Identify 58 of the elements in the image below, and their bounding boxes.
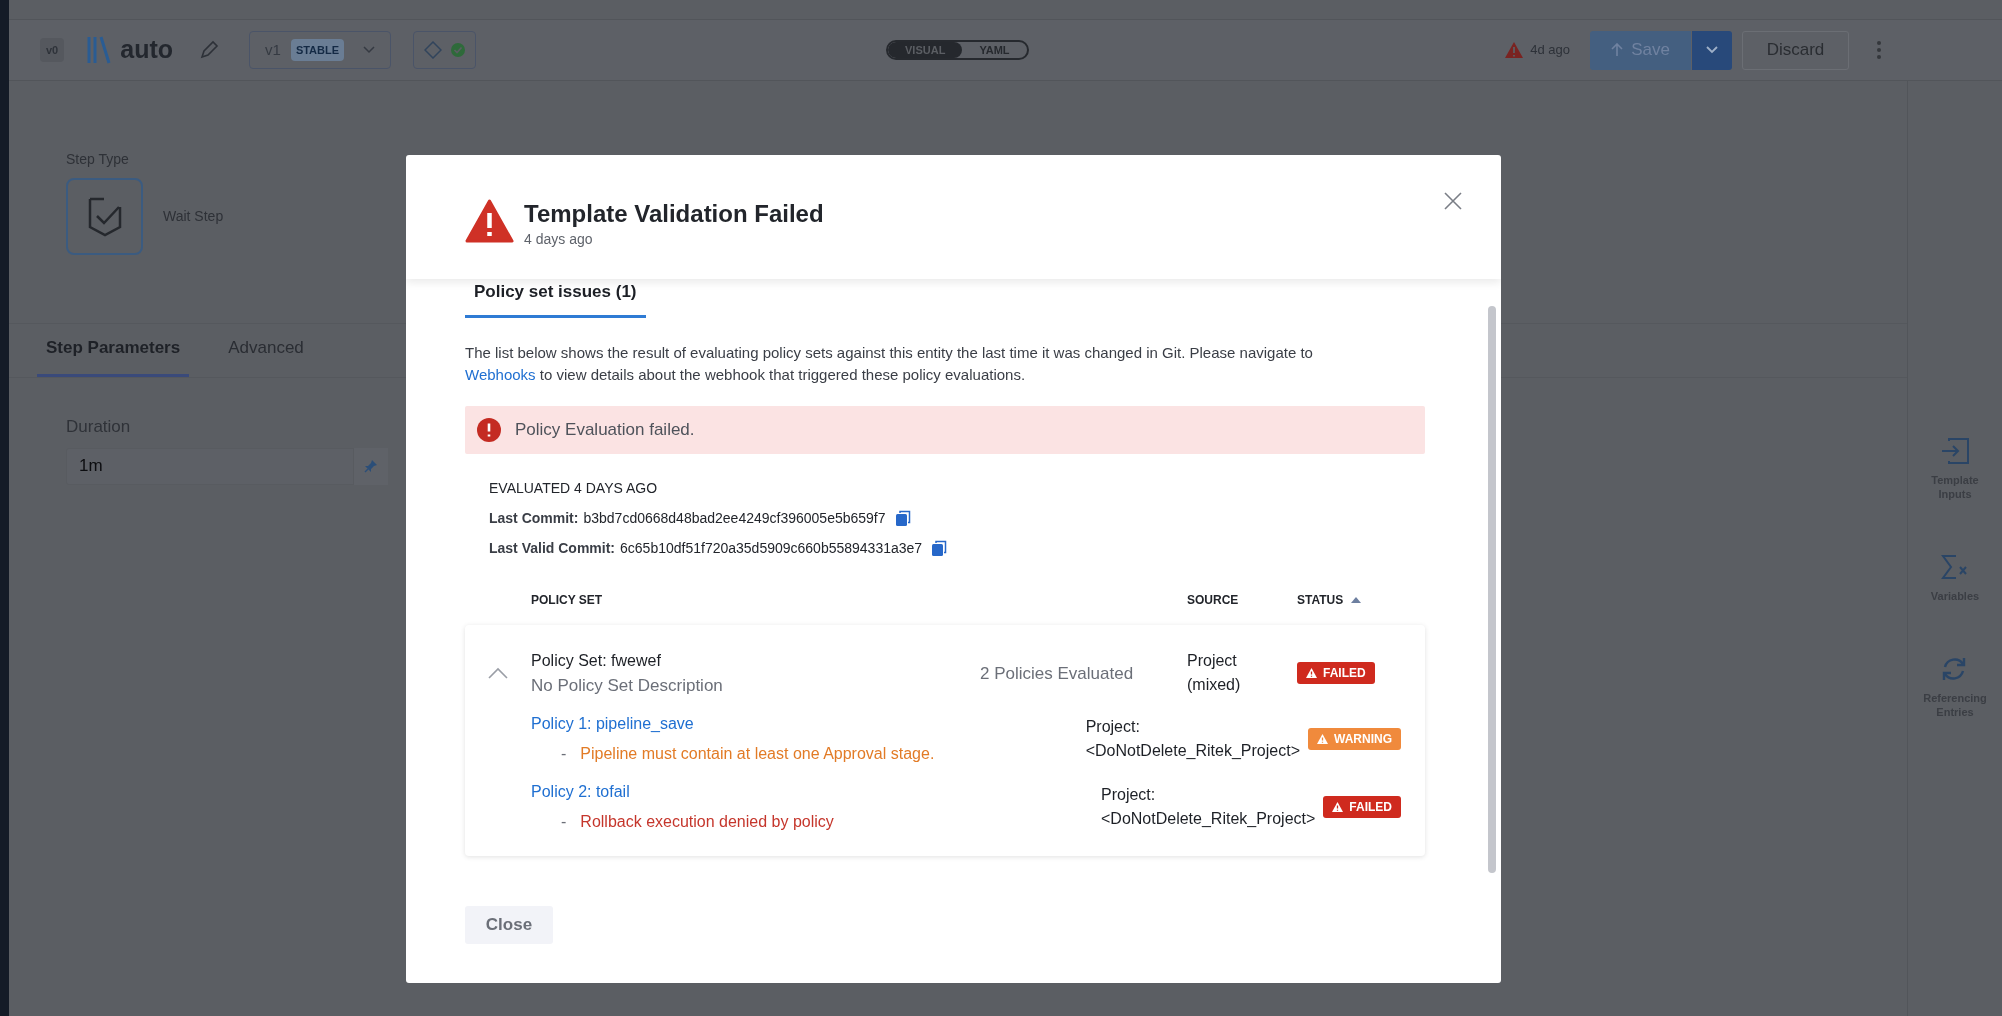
- bullet-dash: -: [561, 744, 567, 764]
- status-badge: WARNING: [1308, 728, 1401, 750]
- step-type-card[interactable]: [66, 178, 143, 255]
- commit-label: Last Commit:: [489, 508, 579, 528]
- arrow-into-box-icon: [1940, 437, 1970, 465]
- caret-icon: [1706, 46, 1718, 54]
- status-badge: FAILED: [1297, 662, 1375, 685]
- warning-icon: [1504, 41, 1525, 59]
- alert-message: Policy Evaluation failed.: [515, 418, 695, 441]
- policy-source: Project: <DoNotDelete_Ritek_Project>: [1101, 785, 1316, 829]
- evaluated-time: EVALUATED 4 DAYS AGO: [489, 478, 659, 498]
- bullet-dash: -: [561, 812, 567, 832]
- copy-icon[interactable]: [894, 509, 911, 527]
- tab[interactable]: Policy set issues (1): [465, 279, 646, 318]
- shield-check-icon: [86, 195, 123, 238]
- policy-count: 2 Policies Evaluated: [980, 662, 1135, 685]
- pipeline-title: auto: [120, 34, 174, 66]
- sigma-x-icon: [1940, 553, 1970, 581]
- check-circle-icon: [449, 42, 466, 58]
- column-header[interactable]: SOURCE: [1187, 590, 1297, 609]
- chevron-up-icon[interactable]: [488, 667, 508, 680]
- library-icon: [86, 35, 113, 65]
- commit-label: Last Valid Commit:: [489, 538, 616, 558]
- close-icon[interactable]: [1444, 192, 1462, 210]
- commit-hash: 6c65b10df51f720a35d5909c660b55894331a3e7: [620, 538, 923, 558]
- commit-hash: b3bd7cd0668d48bad2ee4249cf396005e5b659f7: [583, 508, 886, 528]
- column-header[interactable]: STATUS: [1297, 590, 1425, 609]
- close-button[interactable]: Close: [465, 906, 553, 944]
- git-status-button[interactable]: [413, 31, 477, 69]
- policy-message: Pipeline must contain at least one Approval stage.: [580, 744, 935, 764]
- error-icon: [477, 417, 501, 442]
- policy-source: Project: <DoNotDelete_Ritek_Project>: [1085, 717, 1300, 761]
- pin-icon: [364, 459, 378, 473]
- description-text: The list below shows the result of evaluating policy sets against this entity the last time it was changed in Git. Please navigate to Webhooks to view details about the webhook that triggered these policy evaluations.: [465, 342, 1314, 385]
- column-header[interactable]: POLICY SET: [531, 590, 1187, 609]
- scrollbar[interactable]: [1488, 306, 1496, 873]
- webhooks-link[interactable]: Webhooks: [465, 365, 536, 383]
- warning-icon: [465, 199, 514, 243]
- caret-icon: [363, 46, 376, 54]
- policy-set-source: Project (mixed): [1187, 651, 1241, 696]
- dialog-subtitle: 4 days ago: [524, 230, 594, 249]
- pin-button[interactable]: [354, 447, 388, 485]
- upload-arrow-icon: [1611, 43, 1624, 57]
- stable-tag: STABLE: [290, 38, 345, 62]
- save-options-button[interactable]: [1692, 30, 1732, 70]
- copy-icon[interactable]: [931, 539, 948, 557]
- dialog-title: Template Validation Failed: [524, 199, 824, 229]
- policy-link[interactable]: Policy 1: pipeline_save: [531, 712, 1086, 736]
- status-badge: FAILED: [1323, 796, 1401, 818]
- policy-link[interactable]: Policy 2: tofail: [531, 780, 1101, 804]
- pencil-icon: [199, 40, 220, 60]
- policy-set-description: No Policy Set Description: [531, 674, 724, 697]
- tab[interactable]: Step Parameters: [37, 334, 190, 377]
- more-options-icon[interactable]: [1876, 40, 1882, 60]
- policy-message: Rollback execution denied by policy: [580, 812, 834, 832]
- policy-set-name: Policy Set: fwewef: [531, 650, 662, 671]
- view-toggle-option[interactable]: YAML: [962, 42, 1027, 58]
- git-diamond-icon: [423, 41, 442, 59]
